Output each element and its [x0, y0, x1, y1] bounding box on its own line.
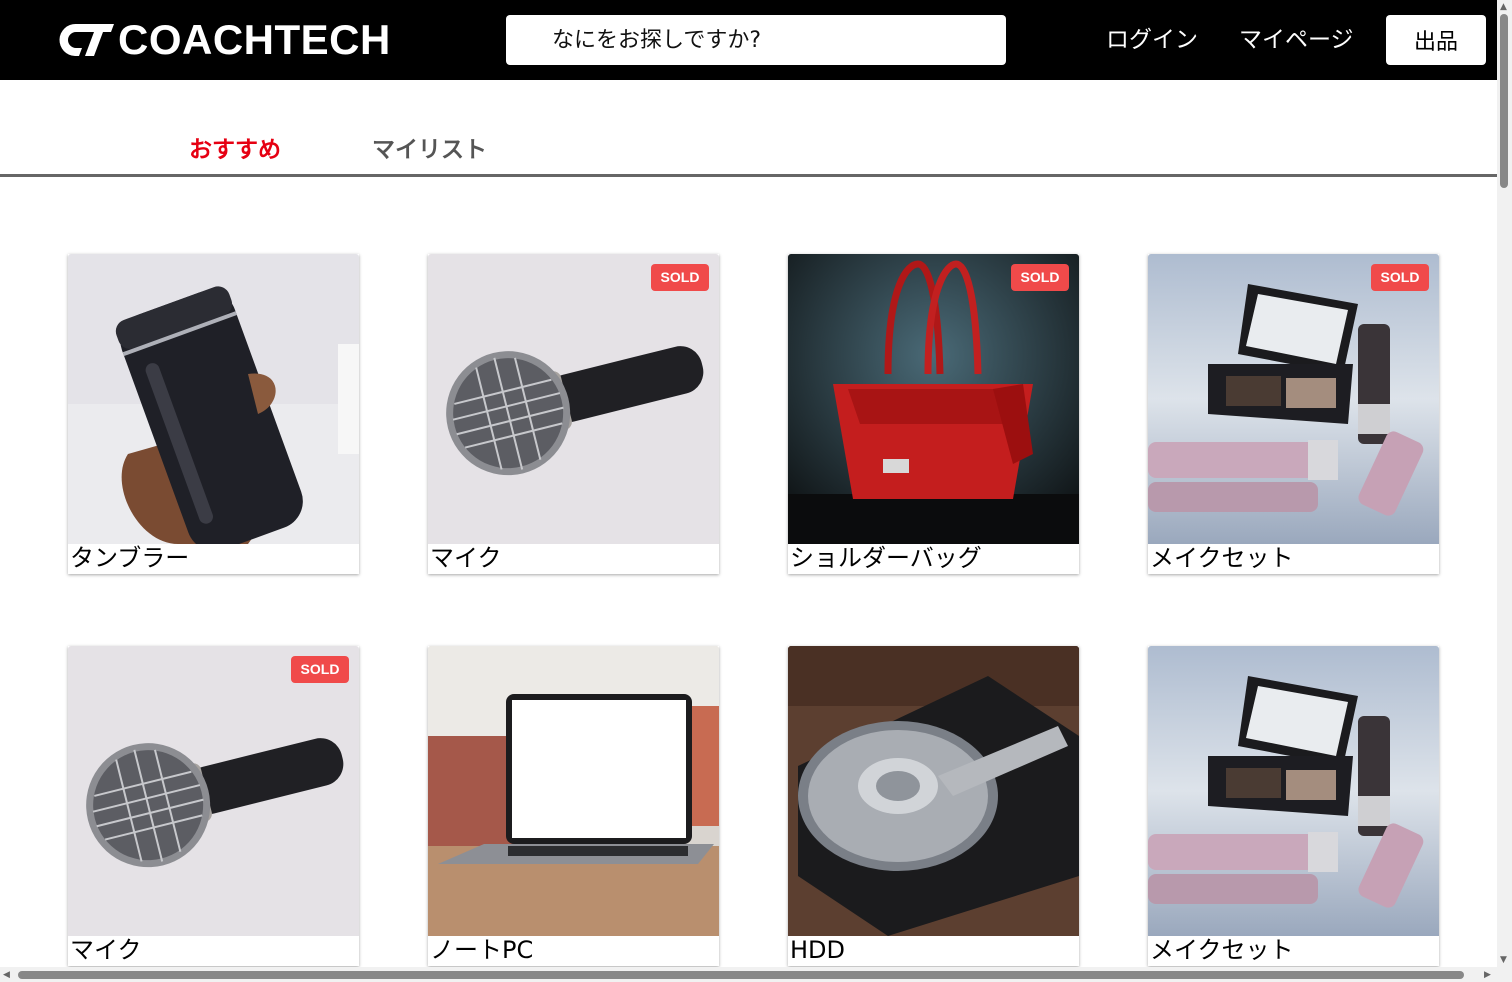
- item-name: HDD: [790, 936, 846, 964]
- item-name: メイクセット: [1150, 544, 1294, 572]
- item-name: マイク: [70, 936, 142, 964]
- header: COACHTECH ログイン マイページ 出品: [0, 0, 1497, 80]
- sold-badge: SOLD: [1011, 264, 1069, 291]
- tab-divider: [0, 174, 1497, 177]
- item-name: メイクセット: [1150, 936, 1294, 964]
- item-image-red-bag: SOLD: [788, 254, 1079, 544]
- item-image-microphone: SOLD: [68, 646, 359, 936]
- sold-badge: SOLD: [1371, 264, 1429, 291]
- coachtech-logo[interactable]: COACHTECH: [56, 16, 391, 63]
- item-image-hdd: [788, 646, 1079, 936]
- item-name: マイク: [430, 544, 502, 572]
- item-name: ショルダーバッグ: [790, 544, 982, 572]
- scroll-up-icon[interactable]: ▲: [1500, 2, 1507, 12]
- item-card[interactable]: SOLD マイク: [428, 254, 719, 574]
- horizontal-scrollbar[interactable]: ◀ ▶: [0, 967, 1497, 982]
- item-name: ノートPC: [430, 936, 534, 964]
- item-image-laptop: [428, 646, 719, 936]
- sell-button[interactable]: 出品: [1386, 15, 1486, 65]
- item-card[interactable]: タンブラー: [68, 254, 359, 574]
- login-link[interactable]: ログイン: [1106, 22, 1198, 58]
- vertical-scroll-thumb[interactable]: [1500, 14, 1508, 188]
- page: COACHTECH ログイン マイページ 出品 おすすめ マイリスト: [0, 0, 1512, 982]
- item-card[interactable]: ノートPC: [428, 646, 719, 966]
- item-card[interactable]: SOLD ショルダーバッグ: [788, 254, 1079, 574]
- search-input[interactable]: [506, 15, 1006, 65]
- tab-recommend[interactable]: おすすめ: [189, 134, 281, 166]
- tab-bar: おすすめ マイリスト: [0, 80, 1497, 178]
- item-card[interactable]: メイクセット: [1148, 646, 1439, 966]
- item-card[interactable]: SOLD マイク: [68, 646, 359, 966]
- sold-badge: SOLD: [291, 656, 349, 683]
- item-card[interactable]: HDD: [788, 646, 1079, 966]
- item-image-tumbler: [68, 254, 359, 544]
- ct-logo-icon: [59, 23, 114, 56]
- tab-mylist[interactable]: マイリスト: [372, 134, 487, 166]
- horizontal-scroll-thumb[interactable]: [18, 971, 1464, 979]
- mypage-link[interactable]: マイページ: [1239, 22, 1354, 58]
- vertical-scrollbar[interactable]: ▲ ▼: [1497, 0, 1512, 982]
- logo-text: COACHTECH: [118, 16, 391, 63]
- sold-badge: SOLD: [651, 264, 709, 291]
- item-image-makeup: [1148, 646, 1439, 936]
- scroll-left-icon[interactable]: ◀: [3, 970, 10, 980]
- item-name: タンブラー: [70, 544, 190, 572]
- item-image-microphone: SOLD: [428, 254, 719, 544]
- scroll-down-icon[interactable]: ▼: [1500, 955, 1507, 965]
- item-card[interactable]: SOLD メイクセット: [1148, 254, 1439, 574]
- item-image-makeup: SOLD: [1148, 254, 1439, 544]
- scroll-right-icon[interactable]: ▶: [1484, 970, 1491, 980]
